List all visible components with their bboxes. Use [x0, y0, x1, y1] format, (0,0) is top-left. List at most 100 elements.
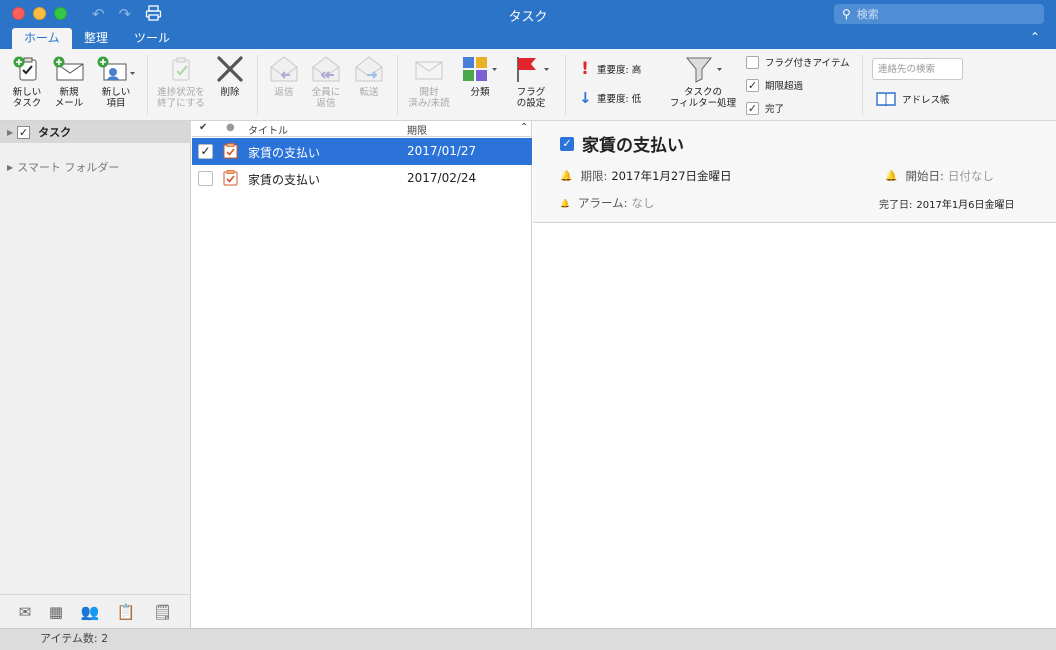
- priority-high-button[interactable]: ! 重要度: 高: [579, 59, 641, 79]
- funnel-icon: [685, 57, 722, 83]
- new-item-button[interactable]: 新しい 項目: [94, 55, 138, 109]
- contact-search-input[interactable]: [872, 58, 963, 80]
- due-column-header[interactable]: 期限: [407, 122, 427, 137]
- completed-date-label: 完了日:: [879, 200, 913, 211]
- task-icon: [223, 143, 238, 159]
- ribbon-separator: [147, 55, 148, 115]
- address-book-button[interactable]: アドレス帳: [876, 92, 950, 106]
- status-column-icon[interactable]: ●: [226, 122, 235, 133]
- reply-all-button[interactable]: 全員に 返信: [308, 55, 344, 109]
- status-bar: アイテム数: 2: [0, 628, 1056, 650]
- new-task-label: 新しい タスク: [12, 87, 42, 109]
- filter-tasks-label: タスクの フィルター処理: [669, 87, 737, 109]
- completed-checkbox[interactable]: ✓: [746, 101, 759, 115]
- task-title: 家賃の支払い: [248, 173, 321, 187]
- complete-column-icon[interactable]: ✔: [199, 122, 207, 133]
- new-task-button[interactable]: 新しい タスク: [8, 55, 46, 109]
- reply-icon: [270, 56, 298, 82]
- ribbon-separator: [397, 55, 398, 115]
- calendar-icon[interactable]: ▦: [49, 603, 63, 621]
- alarm-value: なし: [631, 196, 655, 210]
- tab-tools[interactable]: ツール: [122, 28, 182, 49]
- tab-home[interactable]: ホーム: [12, 28, 72, 49]
- forward-label: 転送: [359, 87, 379, 98]
- task-row[interactable]: ✓ 家賃の支払い 2017/01/27: [192, 138, 532, 165]
- read-unread-label: 開封 済み/未読: [408, 87, 450, 109]
- reply-all-label: 全員に 返信: [311, 87, 341, 109]
- start-date-field[interactable]: 🔔 開始日: 日付なし: [885, 168, 994, 184]
- reply-all-icon: [312, 56, 340, 82]
- priority-high-label: 重要度: 高: [597, 65, 642, 76]
- completed-toggle[interactable]: ✓ 完了: [746, 101, 784, 115]
- read-unread-button[interactable]: 開封 済み/未読: [407, 55, 451, 109]
- due-field[interactable]: 🔔 期限: 2017年1月27日金曜日: [560, 168, 732, 184]
- task-complete-checkbox[interactable]: [198, 171, 213, 186]
- disclosure-triangle-icon[interactable]: ▶: [7, 128, 13, 137]
- task-title: 家賃の支払い: [248, 146, 321, 160]
- bell-icon: 🔔: [560, 170, 573, 182]
- start-date-value: 日付なし: [947, 169, 994, 183]
- task-row[interactable]: 家賃の支払い 2017/02/24: [192, 165, 532, 192]
- ribbon-tab-bar: ホーム 整理 ツール ⌃: [0, 28, 1056, 49]
- overdue-checkbox[interactable]: ✓: [746, 78, 759, 92]
- new-mail-button[interactable]: 新規 メール: [50, 55, 88, 109]
- flag-icon: [517, 57, 549, 82]
- tasks-icon[interactable]: 📋: [117, 603, 136, 621]
- flag-button[interactable]: フラグ の設定: [508, 55, 554, 109]
- exclamation-icon: !: [581, 59, 589, 79]
- task-icon: [223, 170, 238, 186]
- bell-icon: 🔔: [885, 170, 898, 182]
- ribbon-separator: [862, 55, 863, 115]
- collapse-ribbon-icon[interactable]: ⌃: [1030, 30, 1040, 44]
- folder-sidebar: ▶ ✓ タスク ▶ スマート フォルダー ✉ ▦ 👥 📋 🗒: [0, 121, 191, 628]
- mark-complete-label: 進捗状況を 終了にする: [157, 87, 205, 109]
- people-icon[interactable]: 👥: [81, 603, 100, 621]
- search-icon: ⚲: [842, 7, 851, 21]
- flagged-items-toggle[interactable]: フラグ付きアイテム: [746, 55, 850, 69]
- title-bar: ↶ ↷ タスク ⚲: [0, 0, 1056, 28]
- notes-icon[interactable]: 🗒: [153, 603, 172, 621]
- new-mail-label: 新規 メール: [54, 87, 84, 109]
- task-complete-checkbox[interactable]: ✓: [198, 144, 213, 159]
- reply-label: 返信: [274, 87, 294, 98]
- title-column-header[interactable]: タイトル: [248, 122, 288, 137]
- new-item-icon: [97, 56, 135, 81]
- tab-organize[interactable]: 整理: [72, 28, 120, 49]
- reply-button[interactable]: 返信: [266, 55, 302, 98]
- alarm-field[interactable]: 🔔 アラーム: なし: [560, 195, 655, 211]
- address-book-label: アドレス帳: [902, 95, 950, 106]
- completed-label: 完了: [765, 104, 785, 115]
- task-detail-complete-checkbox[interactable]: ✓: [560, 136, 574, 151]
- completed-date-field: 完了日: 2017年1月6日金曜日: [879, 196, 1015, 211]
- delete-label: 削除: [220, 87, 240, 98]
- due-value: 2017年1月27日金曜日: [611, 169, 732, 183]
- ribbon-separator: [257, 55, 258, 115]
- mail-icon[interactable]: ✉: [19, 603, 32, 621]
- sidebar-item-smart-folders[interactable]: ▶ スマート フォルダー: [0, 156, 191, 178]
- search-input[interactable]: [856, 7, 1027, 21]
- overdue-toggle[interactable]: ✓ 期限超過: [746, 78, 803, 92]
- categorize-button[interactable]: 分類: [458, 55, 502, 98]
- sort-ascending-icon[interactable]: ⌃: [520, 122, 528, 133]
- mark-complete-button[interactable]: 進捗状況を 終了にする: [153, 55, 209, 109]
- alarm-icon: 🔔: [560, 198, 570, 208]
- categorize-label: 分類: [470, 87, 490, 98]
- task-list: ✔ ● タイトル 期限 ⌃ ✓ 家賃の支払い 2017/01/27 家賃の支払い…: [192, 121, 532, 628]
- forward-button[interactable]: 転送: [351, 55, 387, 98]
- arrow-down-icon: ↓: [579, 89, 592, 107]
- disclosure-triangle-icon[interactable]: ▶: [7, 163, 13, 172]
- search-box[interactable]: ⚲: [834, 4, 1044, 24]
- priority-low-button[interactable]: ↓ 重要度: 低: [579, 89, 641, 107]
- flagged-items-checkbox[interactable]: [746, 55, 759, 69]
- completed-date-value: 2017年1月6日金曜日: [916, 200, 1015, 211]
- envelope-icon: [415, 61, 443, 80]
- new-mail-icon: [53, 56, 84, 81]
- task-due-date: 2017/02/24: [407, 171, 477, 185]
- delete-button[interactable]: 削除: [212, 55, 248, 98]
- new-item-label: 新しい 項目: [101, 87, 131, 109]
- task-detail-pane: ✓ 家賃の支払い 🔔 期限: 2017年1月27日金曜日 🔔 開始日: 日付なし…: [533, 121, 1056, 628]
- overdue-label: 期限超過: [765, 81, 804, 92]
- filter-tasks-button[interactable]: タスクの フィルター処理: [664, 55, 742, 109]
- sidebar-item-tasks[interactable]: ▶ ✓ タスク: [0, 121, 191, 143]
- tasks-folder-checkbox[interactable]: ✓: [17, 125, 31, 139]
